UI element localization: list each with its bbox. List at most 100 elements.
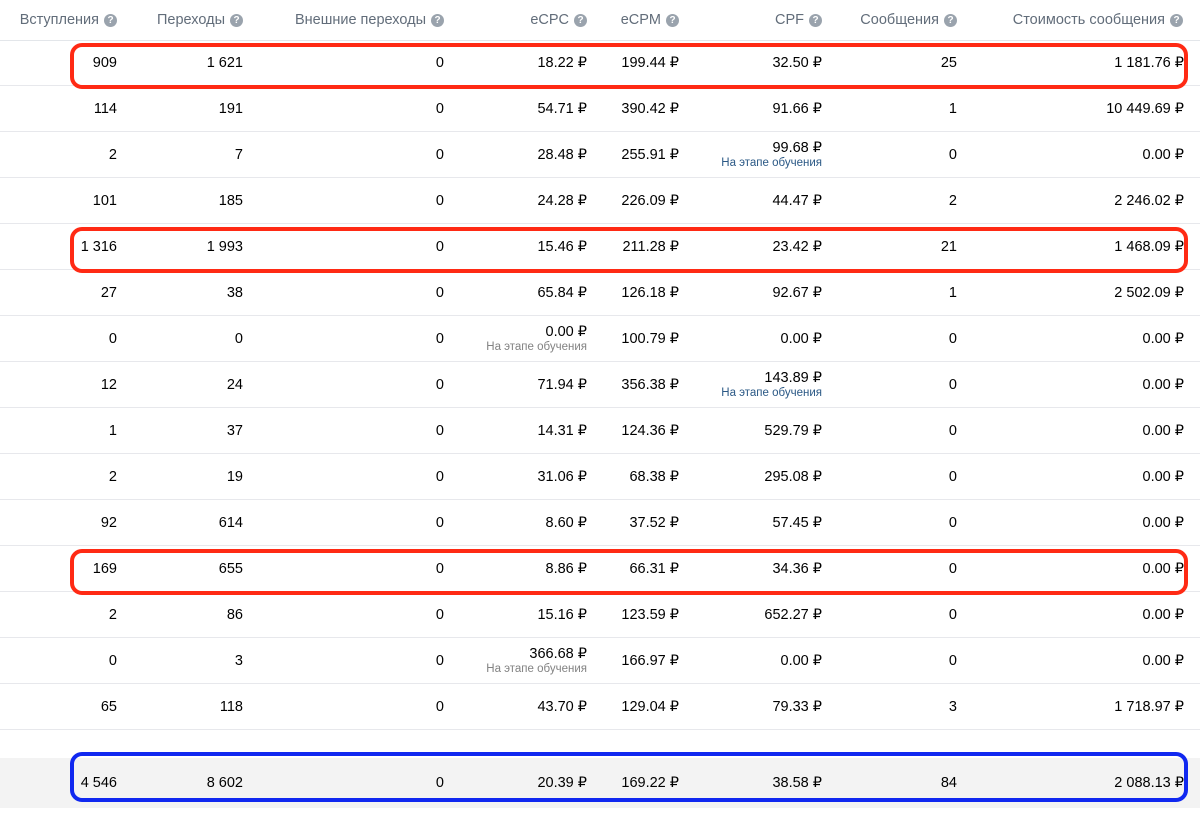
table-row[interactable]: 114 191 0 54.71 ₽ 390.42 ₽ 91.66 ₽ 1 10 449.69 … — [0, 86, 1200, 132]
cell-value: 0.00 ₽ — [1142, 515, 1184, 531]
table-row[interactable]: 27 38 0 65.84 ₽ 126.18 ₽ 92.67 ₽ 1 2 502.09 ₽ — [0, 270, 1200, 316]
column-header-joins[interactable]: Вступления? — [20, 0, 117, 40]
table-row[interactable]: 1 316 1 993 0 15.46 ₽ 211.28 ₽ 23.42 ₽ 21 1 468… — [0, 224, 1200, 270]
cell-value: 2 246.02 ₽ — [1114, 193, 1184, 209]
cell-ecpc: 15.46 ₽ — [537, 224, 587, 270]
column-header-ecpc[interactable]: eCPC? — [530, 0, 587, 40]
cell-ecpc: 28.48 ₽ — [537, 132, 587, 178]
cell-value: 43.70 ₽ — [537, 699, 587, 715]
cell-clicks: 86 — [227, 592, 243, 638]
question-circle-icon[interactable]: ? — [431, 13, 444, 27]
column-header-ecpm[interactable]: eCPM? — [621, 0, 679, 40]
cell-value: 0 — [435, 515, 444, 531]
cell-message-cost: 2 088.13 ₽ — [1114, 758, 1184, 808]
cell-value: 169.22 ₽ — [621, 775, 679, 791]
cell-message-cost: 0.00 ₽ — [1143, 592, 1184, 638]
cell-external-clicks: 0 — [436, 178, 444, 224]
table-row[interactable]: 2 19 0 31.06 ₽ 68.38 ₽ 295.08 ₽ 0 0.00 ₽ — [0, 454, 1200, 500]
cell-value: 68.38 ₽ — [629, 469, 679, 485]
cell-cpf: 34.36 ₽ — [772, 546, 822, 592]
table-row[interactable]: 0 3 0 366.68 ₽ На этапе обучения 166.97 ₽ 0.00… — [0, 638, 1200, 684]
cell-value: 14.31 ₽ — [537, 423, 587, 439]
column-header-label: Переходы — [156, 12, 225, 28]
cell-value: 28.48 ₽ — [537, 147, 587, 163]
table-row[interactable]: 1 37 0 14.31 ₽ 124.36 ₽ 529.79 ₽ 0 0.00 ₽ — [0, 408, 1200, 454]
cell-value: 1 — [948, 101, 957, 117]
question-circle-icon[interactable]: ? — [574, 13, 587, 27]
cell-value: 1 — [108, 423, 117, 439]
cell-external-clicks: 0 — [436, 546, 444, 592]
cell-messages: 0 — [949, 408, 957, 454]
cell-external-clicks: 0 — [436, 224, 444, 270]
question-circle-icon[interactable]: ? — [666, 13, 679, 27]
cell-ecpm: 226.09 ₽ — [621, 178, 679, 224]
question-circle-icon[interactable]: ? — [1170, 13, 1183, 27]
table-row[interactable]: 2 86 0 15.16 ₽ 123.59 ₽ 652.27 ₽ 0 0.00 ₽ — [0, 592, 1200, 638]
cell-value: 1 316 — [80, 239, 117, 255]
cell-value: 0 — [435, 147, 444, 163]
cell-ecpm: 100.79 ₽ — [621, 316, 679, 362]
cell-message-cost: 0.00 ₽ — [1143, 408, 1184, 454]
cell-value: 99.68 ₽ — [772, 140, 822, 156]
column-header-message-cost[interactable]: Стоимость сообщения? — [1013, 0, 1183, 40]
cell-value: 124.36 ₽ — [621, 423, 679, 439]
cell-value: 226.09 ₽ — [621, 193, 679, 209]
cell-clicks: 185 — [219, 178, 243, 224]
cell-value: 7 — [234, 147, 243, 163]
cell-ecpm: 169.22 ₽ — [621, 758, 679, 808]
cell-value: 390.42 ₽ — [621, 101, 679, 117]
cell-value: 15.16 ₽ — [537, 607, 587, 623]
cell-value: 0 — [948, 147, 957, 163]
cell-value: 8.86 ₽ — [545, 561, 587, 577]
table-row[interactable]: 2 7 0 28.48 ₽ 255.91 ₽ 99.68 ₽ На этапе обучен… — [0, 132, 1200, 178]
column-header-label: Вступления — [19, 12, 99, 28]
cell-value: 1 993 — [206, 239, 243, 255]
cell-value: 2 — [948, 193, 957, 209]
column-header-clicks[interactable]: Переходы? — [157, 0, 243, 40]
table-row[interactable]: 101 185 0 24.28 ₽ 226.09 ₽ 44.47 ₽ 2 2 246.02 ₽ — [0, 178, 1200, 224]
table-row[interactable]: 169 655 0 8.86 ₽ 66.31 ₽ 34.36 ₽ 0 0.00 ₽ — [0, 546, 1200, 592]
cell-value: 31.06 ₽ — [537, 469, 587, 485]
column-header-cpf[interactable]: CPF? — [775, 0, 822, 40]
question-circle-icon[interactable]: ? — [809, 13, 822, 27]
cell-value: 211.28 ₽ — [622, 239, 679, 255]
table-row[interactable]: 909 1 621 0 18.22 ₽ 199.44 ₽ 32.50 ₽ 25 1 181.7… — [0, 40, 1200, 86]
cell-clicks: 191 — [219, 86, 243, 132]
cell-message-cost: 0.00 ₽ — [1143, 500, 1184, 546]
table-row[interactable]: 65 118 0 43.70 ₽ 129.04 ₽ 79.33 ₽ 3 1 718.97 ₽ — [0, 684, 1200, 730]
cell-ecpc: 54.71 ₽ — [537, 86, 587, 132]
cell-message-cost: 1 468.09 ₽ — [1114, 224, 1184, 270]
cell-value: 4 546 — [80, 775, 117, 791]
cell-value: 0 — [435, 285, 444, 301]
question-circle-icon[interactable]: ? — [230, 13, 243, 27]
column-header-messages[interactable]: Сообщения? — [860, 0, 957, 40]
table-row[interactable]: 12 24 0 71.94 ₽ 356.38 ₽ 143.89 ₽ На этапе обу… — [0, 362, 1200, 408]
cell-messages: 0 — [949, 546, 957, 592]
cell-message-cost: 0.00 ₽ — [1143, 454, 1184, 500]
question-circle-icon[interactable]: ? — [944, 13, 957, 27]
question-circle-icon[interactable]: ? — [104, 13, 117, 27]
cell-ecpm: 37.52 ₽ — [629, 500, 679, 546]
cell-external-clicks: 0 — [436, 408, 444, 454]
cell-value: 1 621 — [206, 55, 243, 71]
cell-value: 54.71 ₽ — [537, 101, 587, 117]
cell-cpf: 91.66 ₽ — [772, 86, 822, 132]
cell-external-clicks: 0 — [436, 638, 444, 684]
cell-joins: 0 — [109, 638, 117, 684]
column-header-label: Внешние переходы — [294, 12, 426, 28]
cell-value: 18.22 ₽ — [537, 55, 587, 71]
cell-clicks: 7 — [235, 132, 243, 178]
cell-value: 0 — [435, 101, 444, 117]
column-header-external-clicks[interactable]: Внешние переходы? — [295, 0, 444, 40]
cell-external-clicks: 0 — [436, 86, 444, 132]
cell-messages: 3 — [949, 684, 957, 730]
cell-ecpm: 356.38 ₽ — [621, 362, 679, 408]
table-row[interactable]: 0 0 0 0.00 ₽ На этапе обучения 100.79 ₽0.00 ₽… — [0, 316, 1200, 362]
cell-value: 0 — [948, 515, 957, 531]
table-row[interactable]: 92 614 0 8.60 ₽ 37.52 ₽ 57.45 ₽ 0 0.00 ₽ — [0, 500, 1200, 546]
cell-value: 0 — [948, 423, 957, 439]
cell-ecpm: 126.18 ₽ — [621, 270, 679, 316]
cell-ecpm: 255.91 ₽ — [621, 132, 679, 178]
cell-value: 2 088.13 ₽ — [1114, 775, 1184, 791]
cell-value: 366.68 ₽ — [529, 646, 587, 662]
